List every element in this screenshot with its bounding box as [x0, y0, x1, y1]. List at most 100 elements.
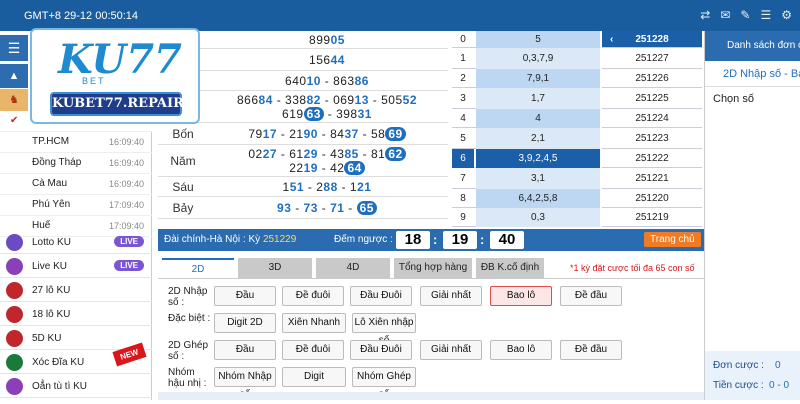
region-item[interactable]: TP.HCM 16:09:40: [0, 132, 152, 153]
bet-option-button[interactable]: Bao lô: [490, 340, 552, 360]
bet-option-button[interactable]: Đề đuôi: [282, 286, 344, 306]
tail-digits: 5: [476, 31, 600, 48]
number-prefix: - 61: [277, 147, 304, 161]
tab-3d[interactable]: 3D: [238, 258, 312, 278]
last-digits: 44: [330, 53, 345, 67]
mail-icon[interactable]: ✉: [720, 8, 730, 22]
brand-logo: KU77 BET KUBET77.REPAIR: [30, 28, 200, 124]
last-digits: 17: [262, 127, 278, 141]
transfer-icon[interactable]: ⇄: [700, 8, 710, 22]
order-list-title[interactable]: Danh sách đơn cư...: [705, 31, 800, 61]
tab-2d[interactable]: 2D: [162, 258, 234, 278]
prize-values: 89905: [208, 33, 446, 47]
check-icon: ✔: [10, 115, 19, 126]
head-digit: 6: [452, 149, 474, 168]
number-prefix: 22: [289, 161, 304, 175]
colon-sep: :: [433, 232, 438, 247]
period-item[interactable]: 251221: [602, 168, 702, 189]
head-digit: 9: [460, 212, 466, 223]
tail-digits: 1,7: [476, 88, 600, 109]
region-item[interactable]: Phú Yên 17:09:40: [0, 195, 152, 216]
digit-row: 05: [452, 31, 600, 48]
region-item[interactable]: Cà Mau 16:09:40: [0, 174, 152, 195]
period-item[interactable]: 251224: [602, 109, 702, 128]
game-name: Xóc Đĩa KU: [32, 357, 85, 368]
bet-option-button[interactable]: Digit: [282, 367, 346, 387]
period-item[interactable]: 251225: [602, 88, 702, 109]
last-digits: 82: [306, 93, 321, 107]
region-close-time: 16:09:40: [108, 158, 144, 168]
digit-row: 5 2,1: [452, 128, 600, 149]
region-item[interactable]: Đồng Tháp 16:09:40: [0, 153, 152, 174]
bet-option-button[interactable]: Đề đầu: [560, 286, 622, 306]
result-row: Bảy 93 - 73 - 71 - 65: [158, 197, 448, 219]
settings-icon[interactable]: ⚙: [781, 8, 792, 22]
last-digits: 51: [289, 180, 305, 194]
chat-icon[interactable]: ☰: [760, 8, 771, 22]
bet-option-button[interactable]: Đề đuôi: [282, 340, 344, 360]
number-prefix: 640: [285, 74, 307, 88]
order-count-label: Đơn cược :: [713, 360, 764, 371]
period-item[interactable]: 251222: [602, 149, 702, 168]
tools-icon[interactable]: ✎: [740, 8, 750, 22]
highlight-number: 63: [303, 107, 324, 121]
tab-summary[interactable]: Tổng hợp hàng số: [394, 258, 472, 293]
digit-row: 9 0,3: [452, 208, 600, 227]
lottery-icon[interactable]: ♞: [0, 89, 28, 111]
bet-option-button[interactable]: Digit 2D: [214, 313, 276, 333]
game-item[interactable]: 27 lô KU: [0, 278, 152, 302]
prize-line: 64010 - 86386: [208, 74, 446, 88]
game-name: Oẳn tù tì KU: [32, 381, 88, 392]
bet-option-button[interactable]: Nhóm Nhập số: [214, 367, 276, 400]
result-row: Bốn 7917 - 2190 - 8437 - 58 69: [158, 123, 448, 145]
oan-icon: [6, 378, 23, 395]
bet-row-label: Đặc biệt :: [168, 313, 211, 324]
info-bar: Đài chính-Hà Nội : Kỳ 251229 Đếm ngược :…: [158, 229, 704, 251]
chevron-up-icon[interactable]: ▲: [0, 64, 28, 88]
game-item[interactable]: Oẳn tù tì KU: [0, 374, 152, 398]
bet-option-button[interactable]: Giải nhất: [420, 286, 482, 306]
bet-option-button[interactable]: Đầu: [214, 286, 276, 306]
period-item[interactable]: 251223: [602, 128, 702, 149]
prize-line: 86684 - 33882 - 06913 - 50552: [208, 93, 446, 107]
bet-option-button[interactable]: Lô Xiên nhập số: [352, 313, 416, 346]
head-digit: 5: [460, 133, 466, 144]
home-button[interactable]: Trang chủ: [644, 232, 701, 247]
result-row: Năm 0227 - 6129 - 4385 - 81 62 2219 - 42 64: [158, 145, 448, 177]
order-count-value: 0: [775, 360, 781, 371]
current-period[interactable]: ‹ 251228: [602, 31, 702, 48]
chevron-left-icon[interactable]: ‹: [610, 31, 613, 49]
period-item[interactable]: 251227: [602, 48, 702, 69]
menu-icon[interactable]: ☰: [0, 35, 28, 61]
period-item[interactable]: 251220: [602, 189, 702, 208]
bet-option-button[interactable]: Xiên Nhanh: [282, 313, 346, 333]
head-digit: 4: [460, 113, 466, 124]
bet-options: 2D Nhập số : Đầu Đề đuôi Đầu Đuôi Giải nhất B…: [158, 280, 704, 400]
region-name: TP.HCM: [32, 136, 70, 147]
countdown-label: Đếm ngược :: [334, 234, 393, 245]
bet-option-button[interactable]: Nhóm Ghép số: [352, 367, 416, 400]
game-name: 27 lô KU: [32, 285, 71, 296]
tab-db-fixed[interactable]: ĐB K.cố định: [476, 258, 544, 278]
last-digits: 37: [344, 127, 359, 141]
tab-4d[interactable]: 4D: [316, 258, 390, 278]
bet-option-button[interactable]: Đầu Đuôi: [350, 340, 412, 360]
period-item[interactable]: 251219: [602, 208, 702, 227]
bet-option-button[interactable]: Đầu: [214, 340, 276, 360]
game-item[interactable]: Live KU LIVE: [0, 254, 152, 278]
number-prefix: - 43: [317, 147, 345, 161]
bet-amount-value: 0 - 0: [769, 380, 790, 391]
5d-icon: [6, 330, 23, 347]
draw-number: 251229: [262, 234, 297, 245]
bet-option-button[interactable]: Bao lô: [490, 286, 552, 306]
bet-option-button[interactable]: Đầu Đuôi: [350, 286, 412, 306]
result-row: 86684 - 33882 - 06913 - 50552 619 63 - 398…: [158, 91, 448, 123]
bet-option-button[interactable]: Giải nhất: [420, 340, 482, 360]
game-item[interactable]: Lotto KU LIVE: [0, 230, 152, 254]
period-item[interactable]: 251226: [602, 69, 702, 88]
game-item[interactable]: 18 lô KU: [0, 302, 152, 326]
region-name: Cà Mau: [32, 178, 68, 189]
last-digits: 05: [330, 33, 345, 47]
prize-label: Bốn: [172, 127, 194, 141]
bet-option-button[interactable]: Đề đầu: [560, 340, 622, 360]
